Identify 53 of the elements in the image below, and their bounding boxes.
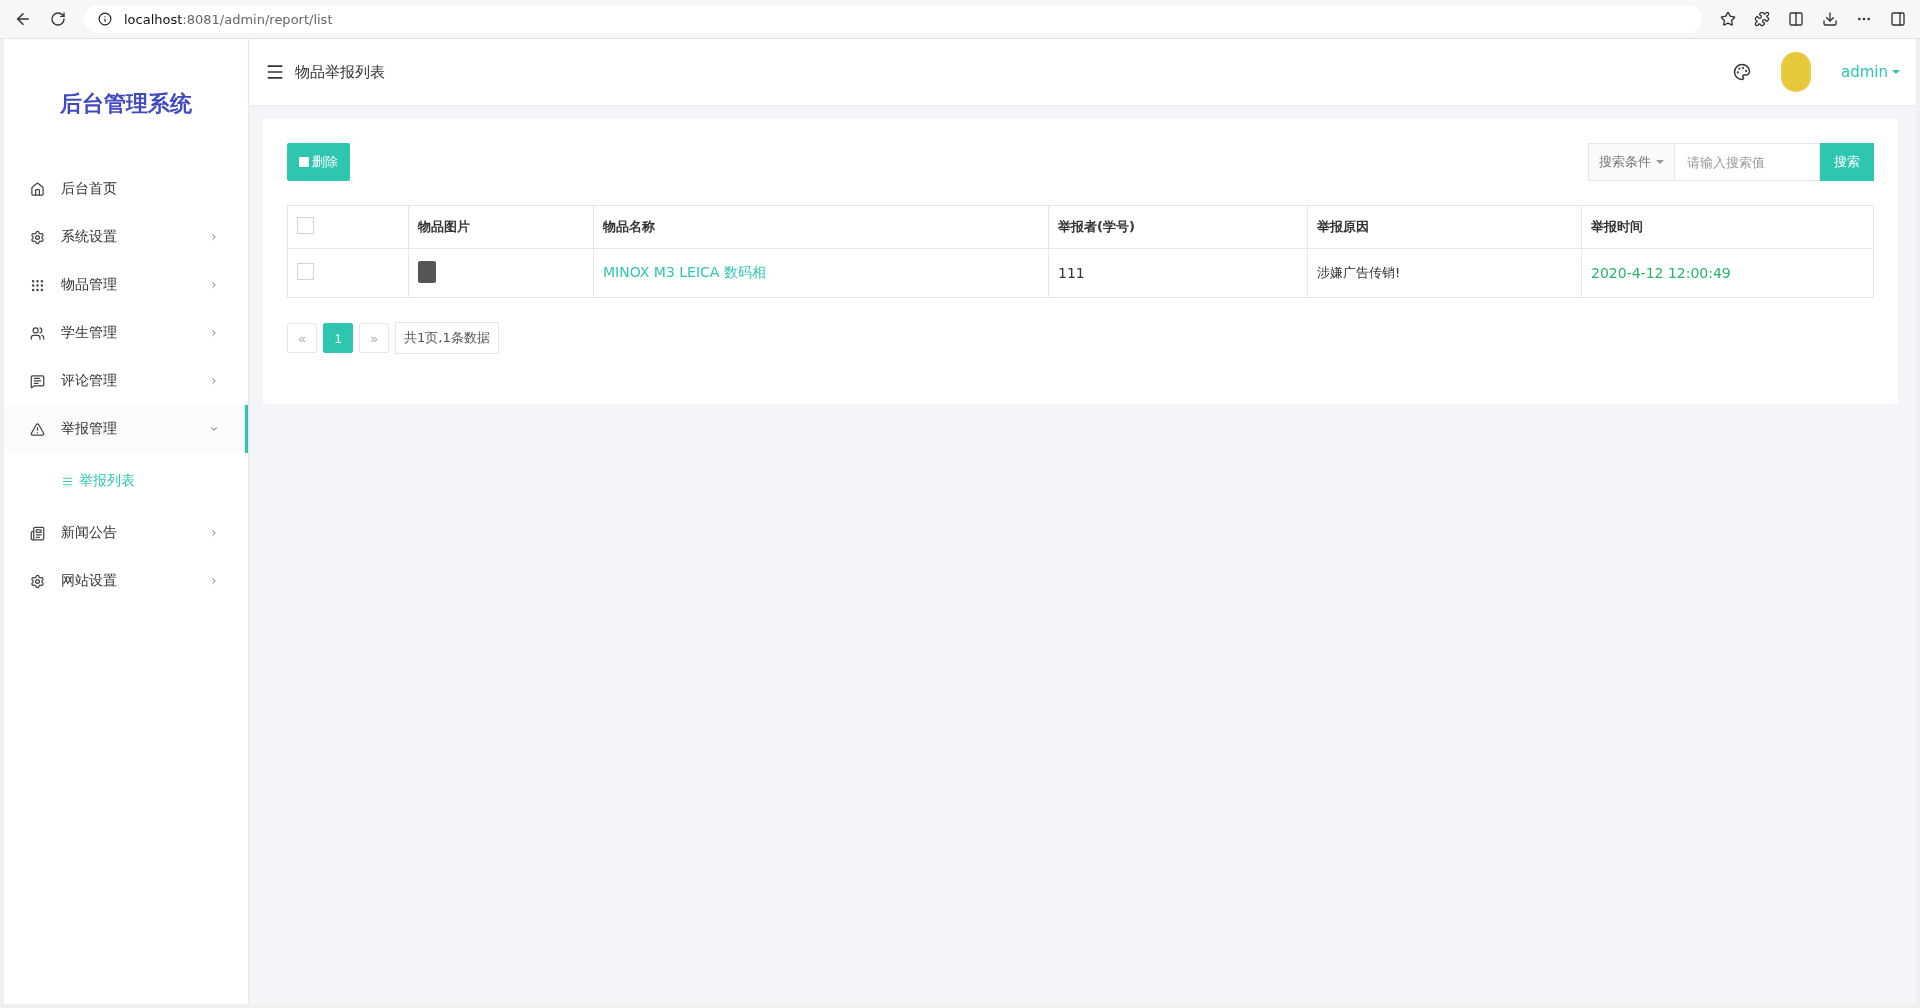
menu-item-icon	[30, 525, 45, 541]
sidebar-item[interactable]: 后台首页	[4, 165, 248, 213]
search-field[interactable]: 请输入搜索值	[1675, 143, 1820, 181]
chevron-icon	[209, 528, 219, 538]
report-time: 2020-4-12 12:00:49	[1591, 265, 1731, 281]
star-icon[interactable]	[1720, 11, 1736, 27]
photo-placeholder	[418, 260, 436, 283]
menu-item-icon	[30, 573, 45, 589]
menu-item-icon	[30, 229, 45, 245]
column-header: 物品图片	[408, 205, 594, 249]
sidebar-item[interactable]: 新闻公告	[4, 509, 248, 557]
menu-item-icon	[30, 421, 45, 437]
column-header: 举报原因	[1307, 205, 1582, 249]
chevron-icon	[209, 576, 219, 586]
back-icon[interactable]	[14, 10, 32, 28]
sidebar-item[interactable]: 系统设置	[4, 213, 248, 261]
chevron-icon	[209, 232, 219, 242]
palette-icon[interactable]	[1733, 63, 1751, 81]
page-title: 物品举报列表	[295, 62, 386, 82]
table-cell: 111	[1048, 248, 1308, 298]
menu-item-icon	[30, 373, 45, 389]
reload-icon[interactable]	[50, 11, 66, 27]
search-condition-dropdown[interactable]: 搜索条件	[1588, 143, 1675, 181]
sidebar-item[interactable]: 物品管理	[4, 261, 248, 309]
sidebar-item[interactable]: 学生管理	[4, 309, 248, 357]
chevron-icon	[209, 280, 219, 290]
page-summary: 共1页,1条数据	[395, 322, 499, 354]
download-icon[interactable]	[1822, 11, 1838, 27]
menu-item-icon	[30, 181, 45, 197]
column-header: 物品名称	[593, 205, 1049, 249]
puzzle-icon[interactable]	[1754, 11, 1770, 27]
menu-icon[interactable]	[265, 62, 285, 82]
chevron-icon	[209, 328, 219, 338]
info-icon	[98, 12, 112, 26]
checkbox[interactable]	[297, 263, 314, 280]
checkbox[interactable]	[297, 217, 314, 234]
sidebar-item[interactable]: 网站设置	[4, 557, 248, 605]
list-icon	[62, 475, 73, 487]
avatar	[1781, 52, 1811, 92]
chevron-icon	[209, 424, 219, 434]
menu-item-icon	[30, 277, 45, 293]
address-bar[interactable]: localhost:8081/admin/report/list	[84, 5, 1702, 33]
sidebar-item[interactable]: 评论管理	[4, 357, 248, 405]
sidebar-item[interactable]: 举报管理	[4, 405, 248, 453]
split-screen-icon[interactable]	[1788, 11, 1804, 27]
url-text: localhost:8081/admin/report/list	[124, 11, 333, 27]
column-header: 举报者(学号)	[1048, 205, 1308, 249]
menu-item-icon	[30, 325, 45, 341]
column-header: 举报时间	[1581, 205, 1874, 249]
sidebar-panel-icon[interactable]	[1890, 11, 1906, 27]
table-cell: 涉嫌广告传销!	[1307, 248, 1582, 298]
app-title: 后台管理系统	[59, 90, 193, 118]
chevron-icon	[209, 376, 219, 386]
